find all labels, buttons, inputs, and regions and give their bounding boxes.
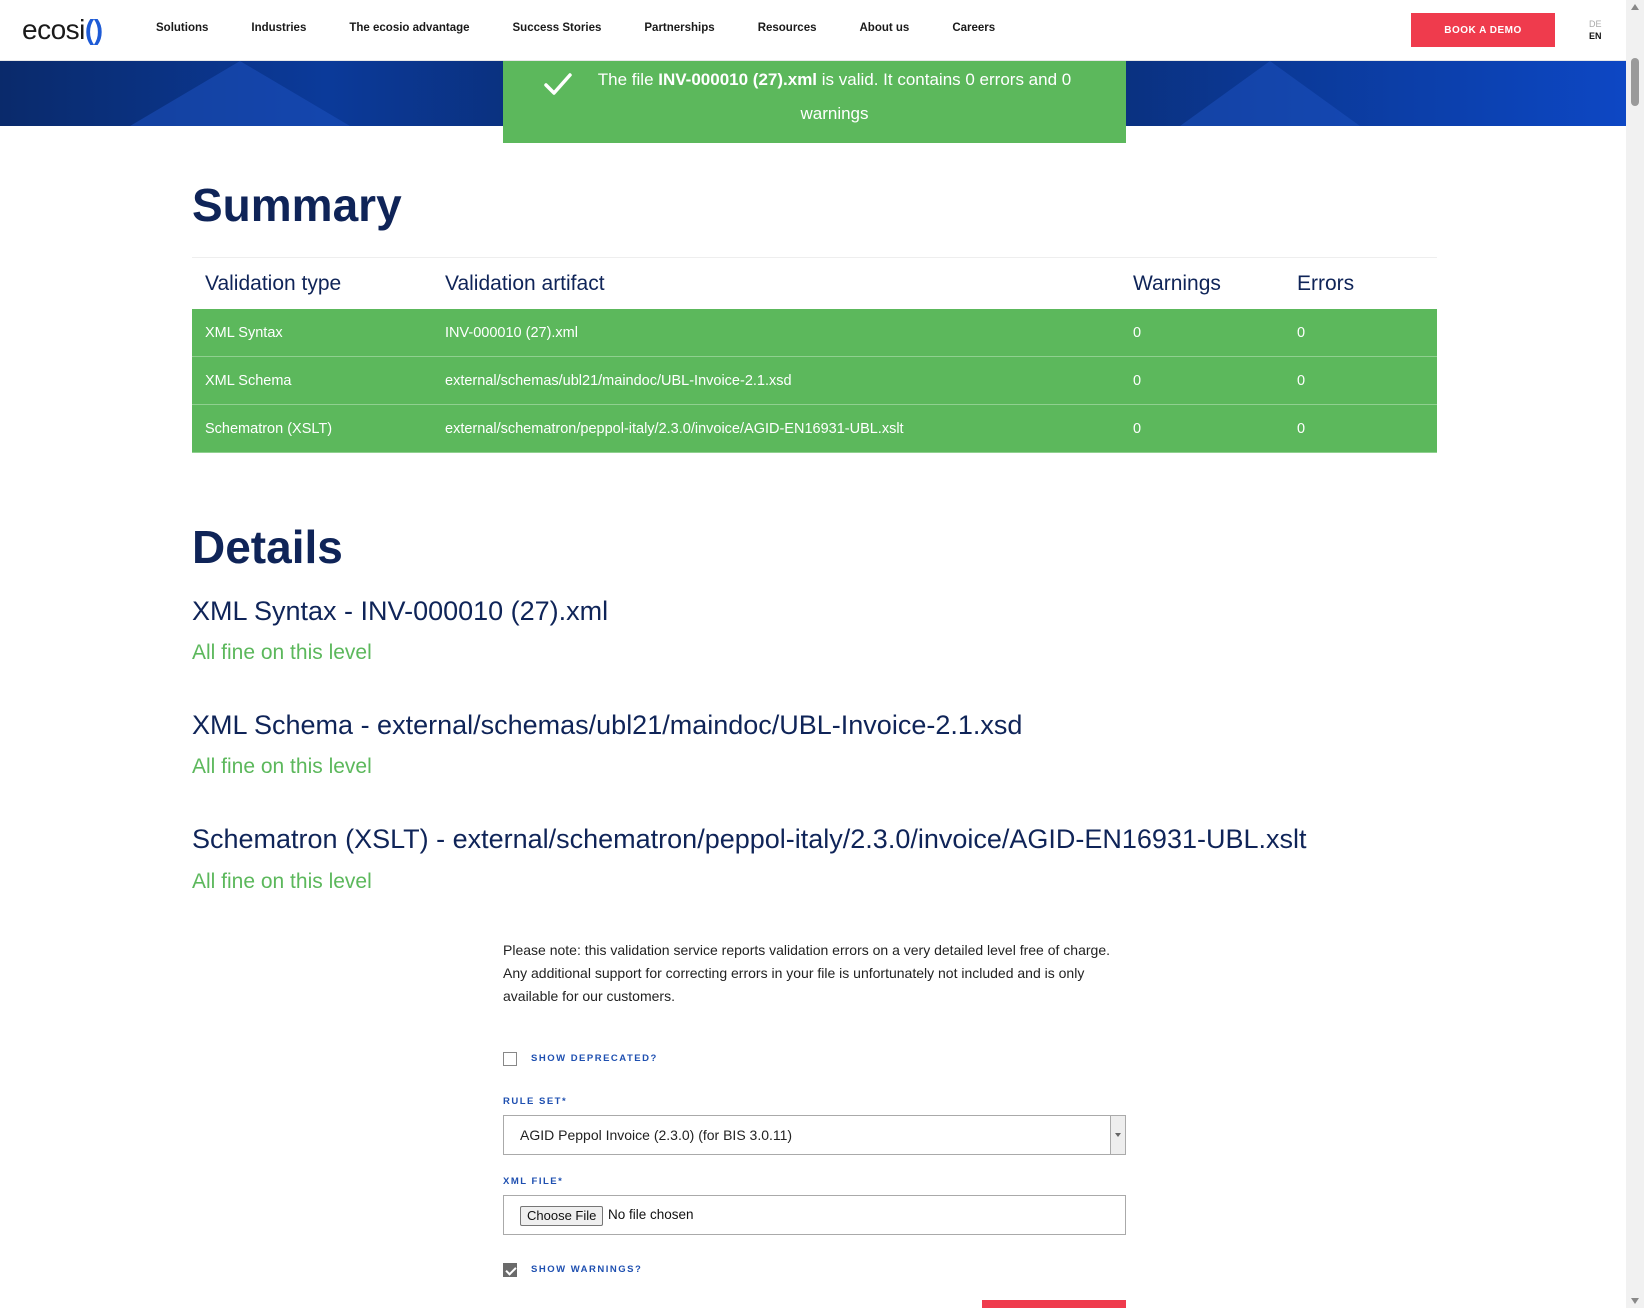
cell-errors: 0 [1284,356,1437,405]
banner-suffix: is valid. It contains 0 errors and 0 war… [800,70,1072,123]
lang-en[interactable]: EN [1589,30,1602,42]
xml-file-input[interactable]: Choose File No file chosen [503,1195,1126,1235]
cell-artifact: INV-000010 (27).xml [432,309,1120,357]
scroll-up-arrow-icon[interactable] [1631,4,1639,10]
col-validation-artifact: Validation artifact [432,257,1120,309]
file-status: No file chosen [608,1207,694,1222]
support-note: Please note: this validation service rep… [503,942,1110,1004]
summary-heading: Summary [192,179,402,231]
detail-status: All fine on this level [192,641,372,664]
hero-decoration [1180,61,1360,126]
logo-text: ecosi [22,14,85,45]
site-header: ecosi() Solutions Industries The ecosio … [0,0,1626,61]
ecosio-logo[interactable]: ecosi() [22,14,103,46]
show-deprecated-label[interactable]: SHOW DEPRECATED? [531,1053,658,1064]
detail-status: All fine on this level [192,755,372,778]
scroll-down-arrow-icon[interactable] [1631,1298,1639,1304]
nav-success-stories[interactable]: Success Stories [513,22,602,34]
detail-title-xml-schema: XML Schema - external/schemas/ubl21/main… [192,710,1023,740]
validation-success-banner: The file INV-000010 (27).xml is valid. I… [503,61,1126,143]
summary-header-row: Validation type Validation artifact Warn… [192,257,1437,309]
details-heading: Details [192,521,343,573]
page-scrollbar[interactable] [1626,0,1644,1308]
nav-industries[interactable]: Industries [251,22,306,34]
banner-filename: INV-000010 (27).xml [658,70,818,89]
cell-errors: 0 [1284,309,1437,357]
cell-warnings: 0 [1120,309,1284,357]
hero-decoration [130,61,350,126]
cell-warnings: 0 [1120,404,1284,453]
table-row: Schematron (XSLT) external/schematron/pe… [192,404,1437,453]
nav-careers[interactable]: Careers [952,22,995,34]
validate-button[interactable] [982,1300,1126,1308]
detail-title-xml-syntax: XML Syntax - INV-000010 (27).xml [192,596,609,626]
cell-type: Schematron (XSLT) [192,404,432,453]
detail-title-schematron: Schematron (XSLT) - external/schematron/… [192,824,1307,854]
cell-type: XML Schema [192,356,432,405]
nav-ecosio-advantage[interactable]: The ecosio advantage [349,22,469,34]
col-validation-type: Validation type [192,257,432,309]
table-row: XML Syntax INV-000010 (27).xml 0 0 [192,309,1437,357]
checkmark-icon [544,73,572,95]
rule-set-label: RULE SET* [503,1096,568,1107]
rule-set-select[interactable]: AGID Peppol Invoice (2.3.0) (for BIS 3.0… [503,1115,1126,1155]
nav-partnerships[interactable]: Partnerships [644,22,714,34]
col-errors: Errors [1284,257,1437,309]
table-row: XML Schema external/schemas/ubl21/maindo… [192,356,1437,405]
detail-status: All fine on this level [192,870,372,893]
nav-solutions[interactable]: Solutions [156,22,208,34]
show-warnings-label[interactable]: SHOW WARNINGS? [531,1264,642,1275]
nav-about-us[interactable]: About us [860,22,910,34]
show-deprecated-checkbox[interactable] [503,1052,517,1066]
rule-set-value: AGID Peppol Invoice (2.3.0) (for BIS 3.0… [520,1127,793,1143]
logo-bracket-icon: () [84,14,103,45]
banner-prefix: The file [597,70,659,89]
scroll-thumb[interactable] [1631,58,1639,106]
book-demo-button[interactable]: BOOK A DEMO [1411,13,1555,47]
cell-artifact: external/schematron/peppol-italy/2.3.0/i… [432,404,1120,453]
cell-errors: 0 [1284,404,1437,453]
nav-resources[interactable]: Resources [758,22,817,34]
summary-table: Validation type Validation artifact Warn… [192,257,1437,453]
choose-file-button[interactable]: Choose File [520,1206,604,1226]
col-warnings: Warnings [1120,257,1284,309]
xml-file-label: XML FILE* [503,1176,564,1187]
main-nav: Solutions Industries The ecosio advantag… [156,22,995,34]
show-warnings-checkbox[interactable] [503,1263,517,1277]
language-switcher: DE EN [1589,18,1602,42]
dropdown-arrow-icon[interactable] [1110,1116,1125,1154]
cell-warnings: 0 [1120,356,1284,405]
cell-artifact: external/schemas/ubl21/maindoc/UBL-Invoi… [432,356,1120,405]
lang-de[interactable]: DE [1589,18,1602,30]
cell-type: XML Syntax [192,309,432,357]
